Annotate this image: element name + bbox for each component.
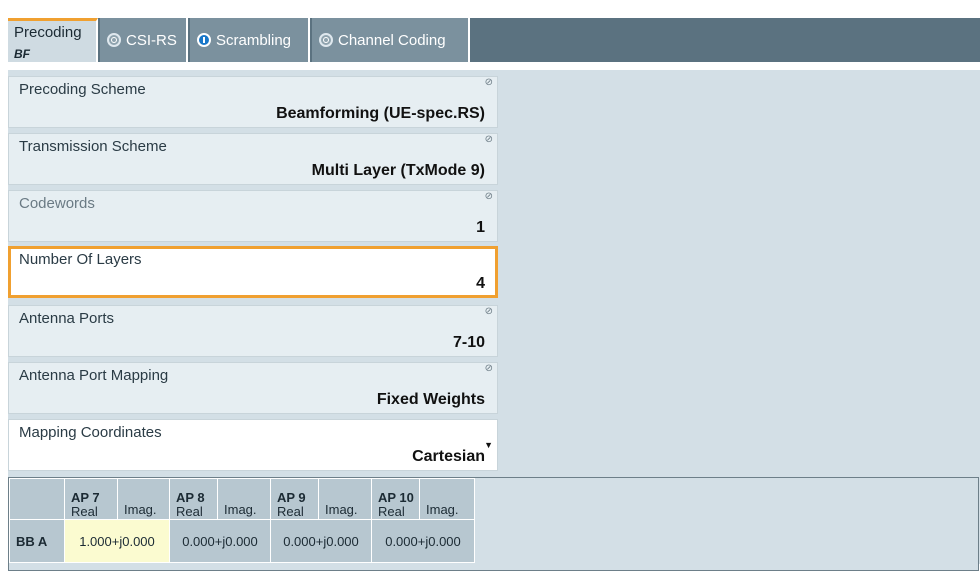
- lock-icon: ⊘: [484, 363, 493, 374]
- table-row: BB A 1.000+j0.000 0.000+j0.000 0.000+j0.…: [9, 519, 475, 563]
- codewords-field: Codewords ⊘ 1: [8, 190, 498, 242]
- mapping-coordinates-dropdown[interactable]: Mapping Coordinates ▼ Cartesian: [8, 419, 498, 471]
- field-label: Precoding Scheme: [19, 81, 146, 98]
- lock-icon: ⊘: [484, 191, 493, 202]
- precoding-scheme-field: Precoding Scheme ⊘ Beamforming (UE-spec.…: [8, 76, 498, 128]
- port-mapping-table: AP 7 Real Imag. AP 8 Real Imag. AP 9 Real I…: [8, 477, 979, 571]
- table-cell[interactable]: 0.000+j0.000: [270, 519, 372, 563]
- toggle-off-icon[interactable]: [319, 33, 333, 47]
- field-value: Beamforming (UE-spec.RS): [276, 105, 485, 122]
- field-label: Codewords: [19, 195, 95, 212]
- field-label: Antenna Port Mapping: [19, 367, 169, 384]
- tab-channel-coding-label: Channel Coding: [338, 31, 446, 49]
- lock-icon: ⊘: [484, 306, 493, 317]
- number-of-layers-field[interactable]: Number Of Layers 4: [8, 246, 498, 298]
- mapping-grid: AP 7 Real Imag. AP 8 Real Imag. AP 9 Real I…: [9, 478, 475, 563]
- field-value: 1: [476, 219, 485, 236]
- tab-precoding[interactable]: Precoding BF: [8, 18, 98, 62]
- tab-precoding-sublabel: BF: [14, 47, 30, 61]
- tab-channel-coding[interactable]: Channel Coding: [312, 18, 470, 62]
- column-header: AP 9 Real: [270, 478, 319, 520]
- column-subheader: Imag.: [117, 478, 170, 520]
- field-value: Cartesian: [412, 448, 485, 465]
- dropdown-arrow-icon[interactable]: ▼: [484, 440, 493, 450]
- field-label: Transmission Scheme: [19, 138, 167, 155]
- antenna-port-mapping-field: Antenna Port Mapping ⊘ Fixed Weights: [8, 362, 498, 414]
- field-label: Mapping Coordinates: [19, 424, 162, 441]
- column-header: AP 8 Real: [169, 478, 218, 520]
- antenna-ports-field: Antenna Ports ⊘ 7-10: [8, 305, 498, 357]
- table-corner: [9, 478, 65, 520]
- lock-icon: ⊘: [484, 134, 493, 145]
- field-value: Multi Layer (TxMode 9): [311, 162, 485, 179]
- field-value: 7-10: [452, 334, 485, 351]
- toggle-off-icon[interactable]: [107, 33, 121, 47]
- toggle-on-icon[interactable]: [197, 33, 211, 47]
- field-label: Number Of Layers: [19, 251, 142, 268]
- column-subheader: Imag.: [318, 478, 372, 520]
- tab-precoding-label: Precoding: [14, 24, 82, 41]
- row-header: BB A: [9, 519, 65, 563]
- table-cell[interactable]: 1.000+j0.000: [64, 519, 170, 563]
- field-value: Fixed Weights: [376, 391, 485, 408]
- tab-csi-rs[interactable]: CSI-RS: [100, 18, 188, 62]
- table-cell[interactable]: 0.000+j0.000: [371, 519, 475, 563]
- tab-scrambling-label: Scrambling: [216, 31, 292, 49]
- field-label: Antenna Ports: [19, 310, 115, 327]
- table-cell[interactable]: 0.000+j0.000: [169, 519, 271, 563]
- field-value: 4: [476, 275, 485, 292]
- column-subheader: Imag.: [419, 478, 475, 520]
- column-header: AP 7 Real: [64, 478, 118, 520]
- tab-scrambling[interactable]: Scrambling: [190, 18, 310, 62]
- lock-icon: ⊘: [484, 77, 493, 88]
- tab-csi-rs-label: CSI-RS: [126, 31, 177, 49]
- column-header: AP 10 Real: [371, 478, 420, 520]
- table-header-row: AP 7 Real Imag. AP 8 Real Imag. AP 9 Real I…: [9, 478, 475, 520]
- column-subheader: Imag.: [217, 478, 271, 520]
- transmission-scheme-field: Transmission Scheme ⊘ Multi Layer (TxMod…: [8, 133, 498, 185]
